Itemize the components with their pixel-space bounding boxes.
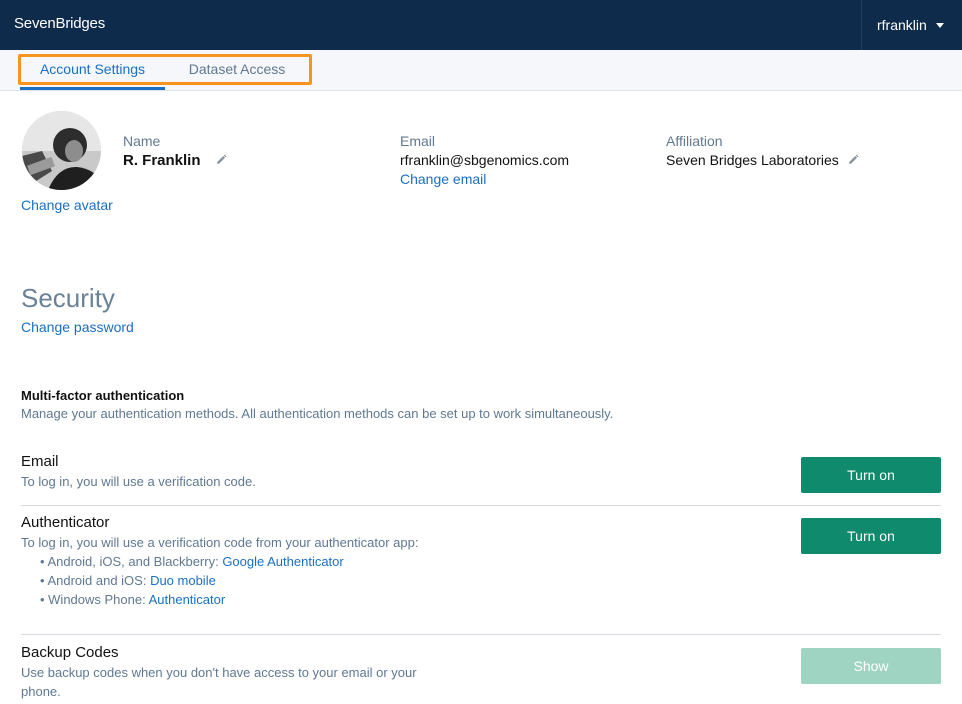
email-turn-on-button[interactable]: Turn on <box>801 457 941 493</box>
windows-authenticator-link[interactable]: Authenticator <box>149 592 226 607</box>
email-method-description: To log in, you will use a verification c… <box>21 474 256 489</box>
change-email-link[interactable]: Change email <box>400 171 486 187</box>
email-method-title: Email <box>21 453 59 470</box>
name-value: R. Franklin <box>123 152 201 169</box>
backup-codes-description-line1: Use backup codes when you don't have acc… <box>21 665 417 680</box>
mfa-description: Manage your authentication methods. All … <box>21 406 614 421</box>
platform-label: • Android, iOS, and Blackberry: <box>40 554 223 569</box>
authenticator-method-description: To log in, you will use a verification c… <box>21 535 419 550</box>
authenticator-turn-on-button[interactable]: Turn on <box>801 518 941 554</box>
google-authenticator-link[interactable]: Google Authenticator <box>222 554 343 569</box>
method-divider <box>21 634 941 635</box>
edit-affiliation-pencil-icon[interactable] <box>847 154 859 166</box>
backup-codes-show-button[interactable]: Show <box>801 648 941 684</box>
caret-down-icon <box>935 22 944 28</box>
authenticator-bullet-item: • Android, iOS, and Blackberry: Google A… <box>40 554 344 569</box>
mfa-heading: Multi-factor authentication <box>21 388 185 403</box>
tab-account-settings[interactable]: Account Settings <box>20 50 165 90</box>
user-menu-dropdown[interactable]: rfranklin <box>861 0 962 50</box>
name-label: Name <box>123 133 161 149</box>
authenticator-method-title: Authenticator <box>21 514 110 531</box>
change-password-link[interactable]: Change password <box>21 319 134 335</box>
platform-label: • Windows Phone: <box>40 592 149 607</box>
top-navbar: SevenBridges rfranklin <box>0 0 962 50</box>
email-label: Email <box>400 133 436 149</box>
tab-dataset-access[interactable]: Dataset Access <box>172 50 302 90</box>
affiliation-label: Affiliation <box>666 133 723 149</box>
username-label: rfranklin <box>877 17 927 33</box>
authenticator-bullet-item: • Windows Phone: Authenticator <box>40 592 225 607</box>
duo-mobile-link[interactable]: Duo mobile <box>150 573 216 588</box>
security-heading: Security <box>21 283 115 313</box>
backup-codes-description-line2: phone. <box>21 684 61 699</box>
edit-name-pencil-icon[interactable] <box>215 154 227 166</box>
method-divider <box>21 505 941 506</box>
change-avatar-link[interactable]: Change avatar <box>21 197 113 213</box>
brand-logo[interactable]: SevenBridges <box>14 15 105 32</box>
email-value: rfranklin@sbgenomics.com <box>400 152 570 168</box>
affiliation-value: Seven Bridges Laboratories <box>666 152 839 168</box>
platform-label: • Android and iOS: <box>40 573 151 588</box>
authenticator-bullet-item: • Android and iOS: Duo mobile <box>40 573 216 588</box>
backup-codes-title: Backup Codes <box>21 644 119 661</box>
settings-tab-bar: Account Settings Dataset Access <box>0 50 962 91</box>
avatar <box>22 111 101 190</box>
